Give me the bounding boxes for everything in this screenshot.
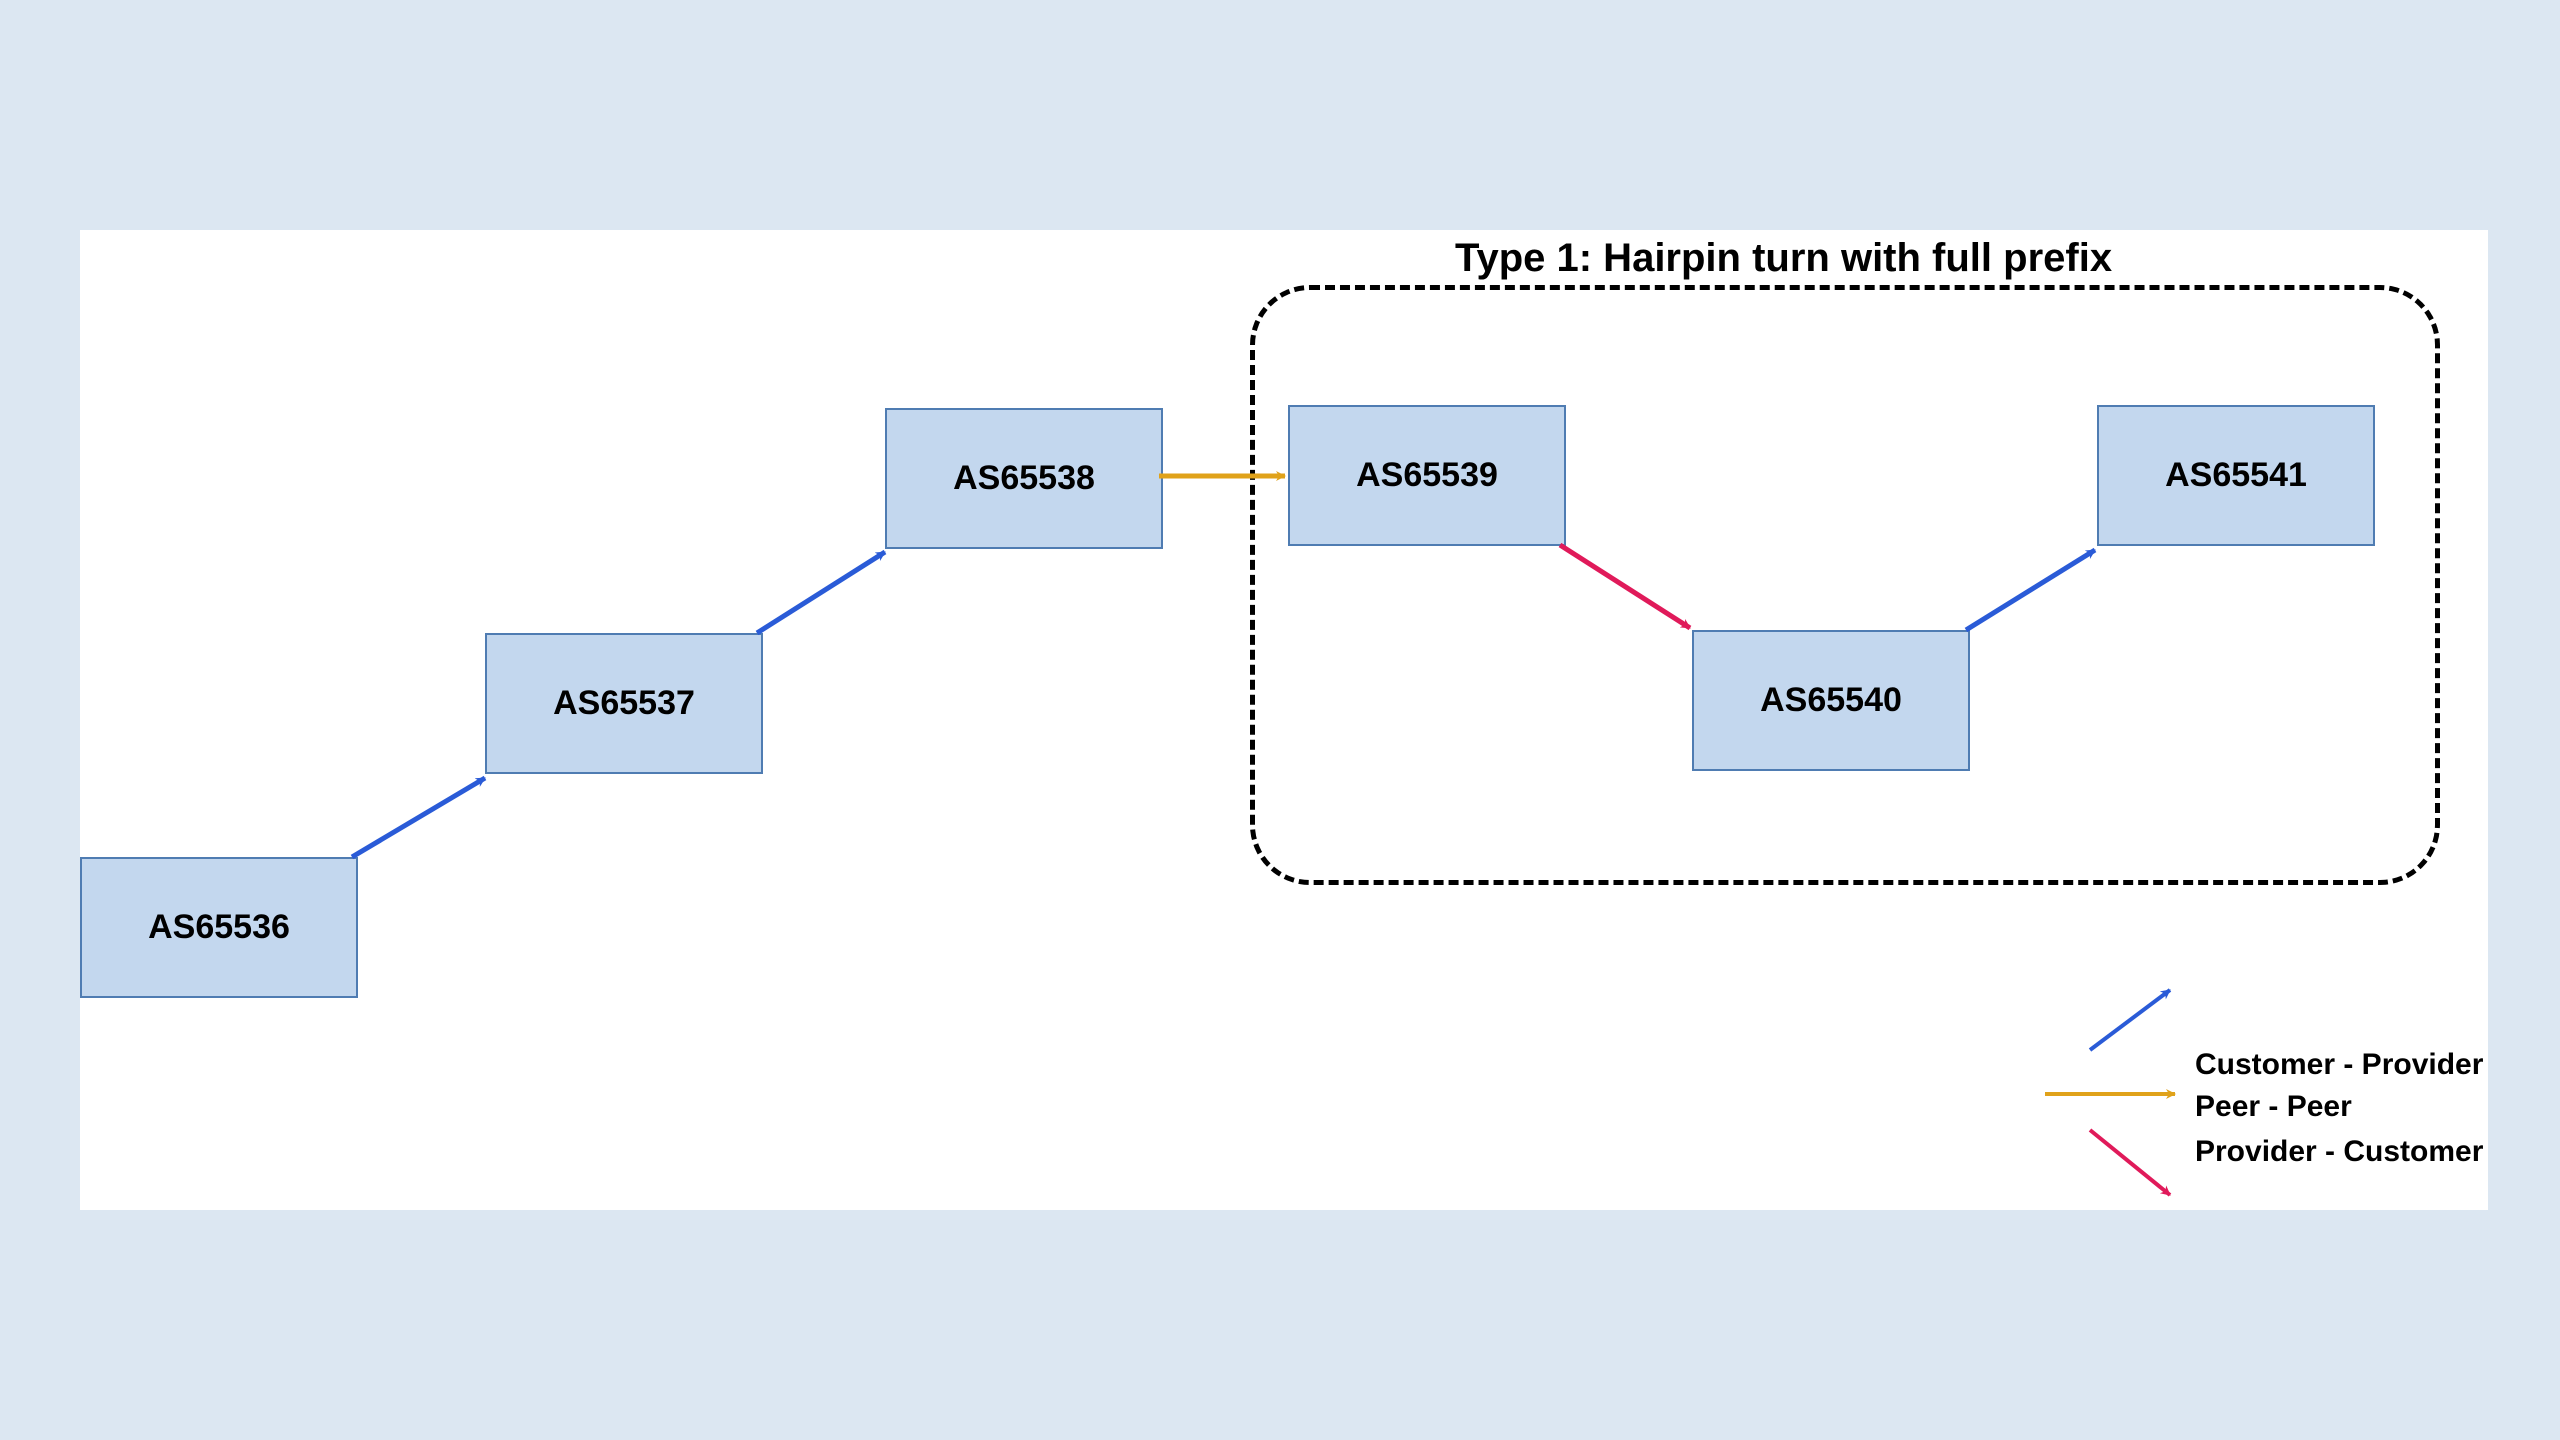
asn-label: AS65540 [1760,681,1902,720]
edge-65536-65537 [352,778,485,857]
asn-node-65538: AS65538 [885,408,1163,549]
legend-arrow-provider-customer [2090,1130,2170,1195]
legend-arrow-customer-provider [2090,990,2170,1050]
asn-node-65540: AS65540 [1692,630,1970,771]
hairpin-region-box [1250,285,2440,885]
diagram-canvas: Type 1: Hairpin turn with full prefix AS… [80,230,2488,1210]
asn-label: AS65538 [953,459,1095,498]
asn-label: AS65541 [2165,456,2307,495]
region-title: Type 1: Hairpin turn with full prefix [1455,236,2112,281]
asn-node-65537: AS65537 [485,633,763,774]
legend-label-provider-customer: Provider - Customer [2195,1135,2483,1169]
edge-65537-65538 [757,552,885,633]
asn-label: AS65536 [148,908,290,947]
asn-node-65536: AS65536 [80,857,358,998]
asn-label: AS65537 [553,684,695,723]
asn-label: AS65539 [1356,456,1498,495]
legend-label-customer-provider: Customer - Provider [2195,1048,2483,1082]
asn-node-65541: AS65541 [2097,405,2375,546]
legend-label-peer-peer: Peer - Peer [2195,1090,2352,1124]
asn-node-65539: AS65539 [1288,405,1566,546]
